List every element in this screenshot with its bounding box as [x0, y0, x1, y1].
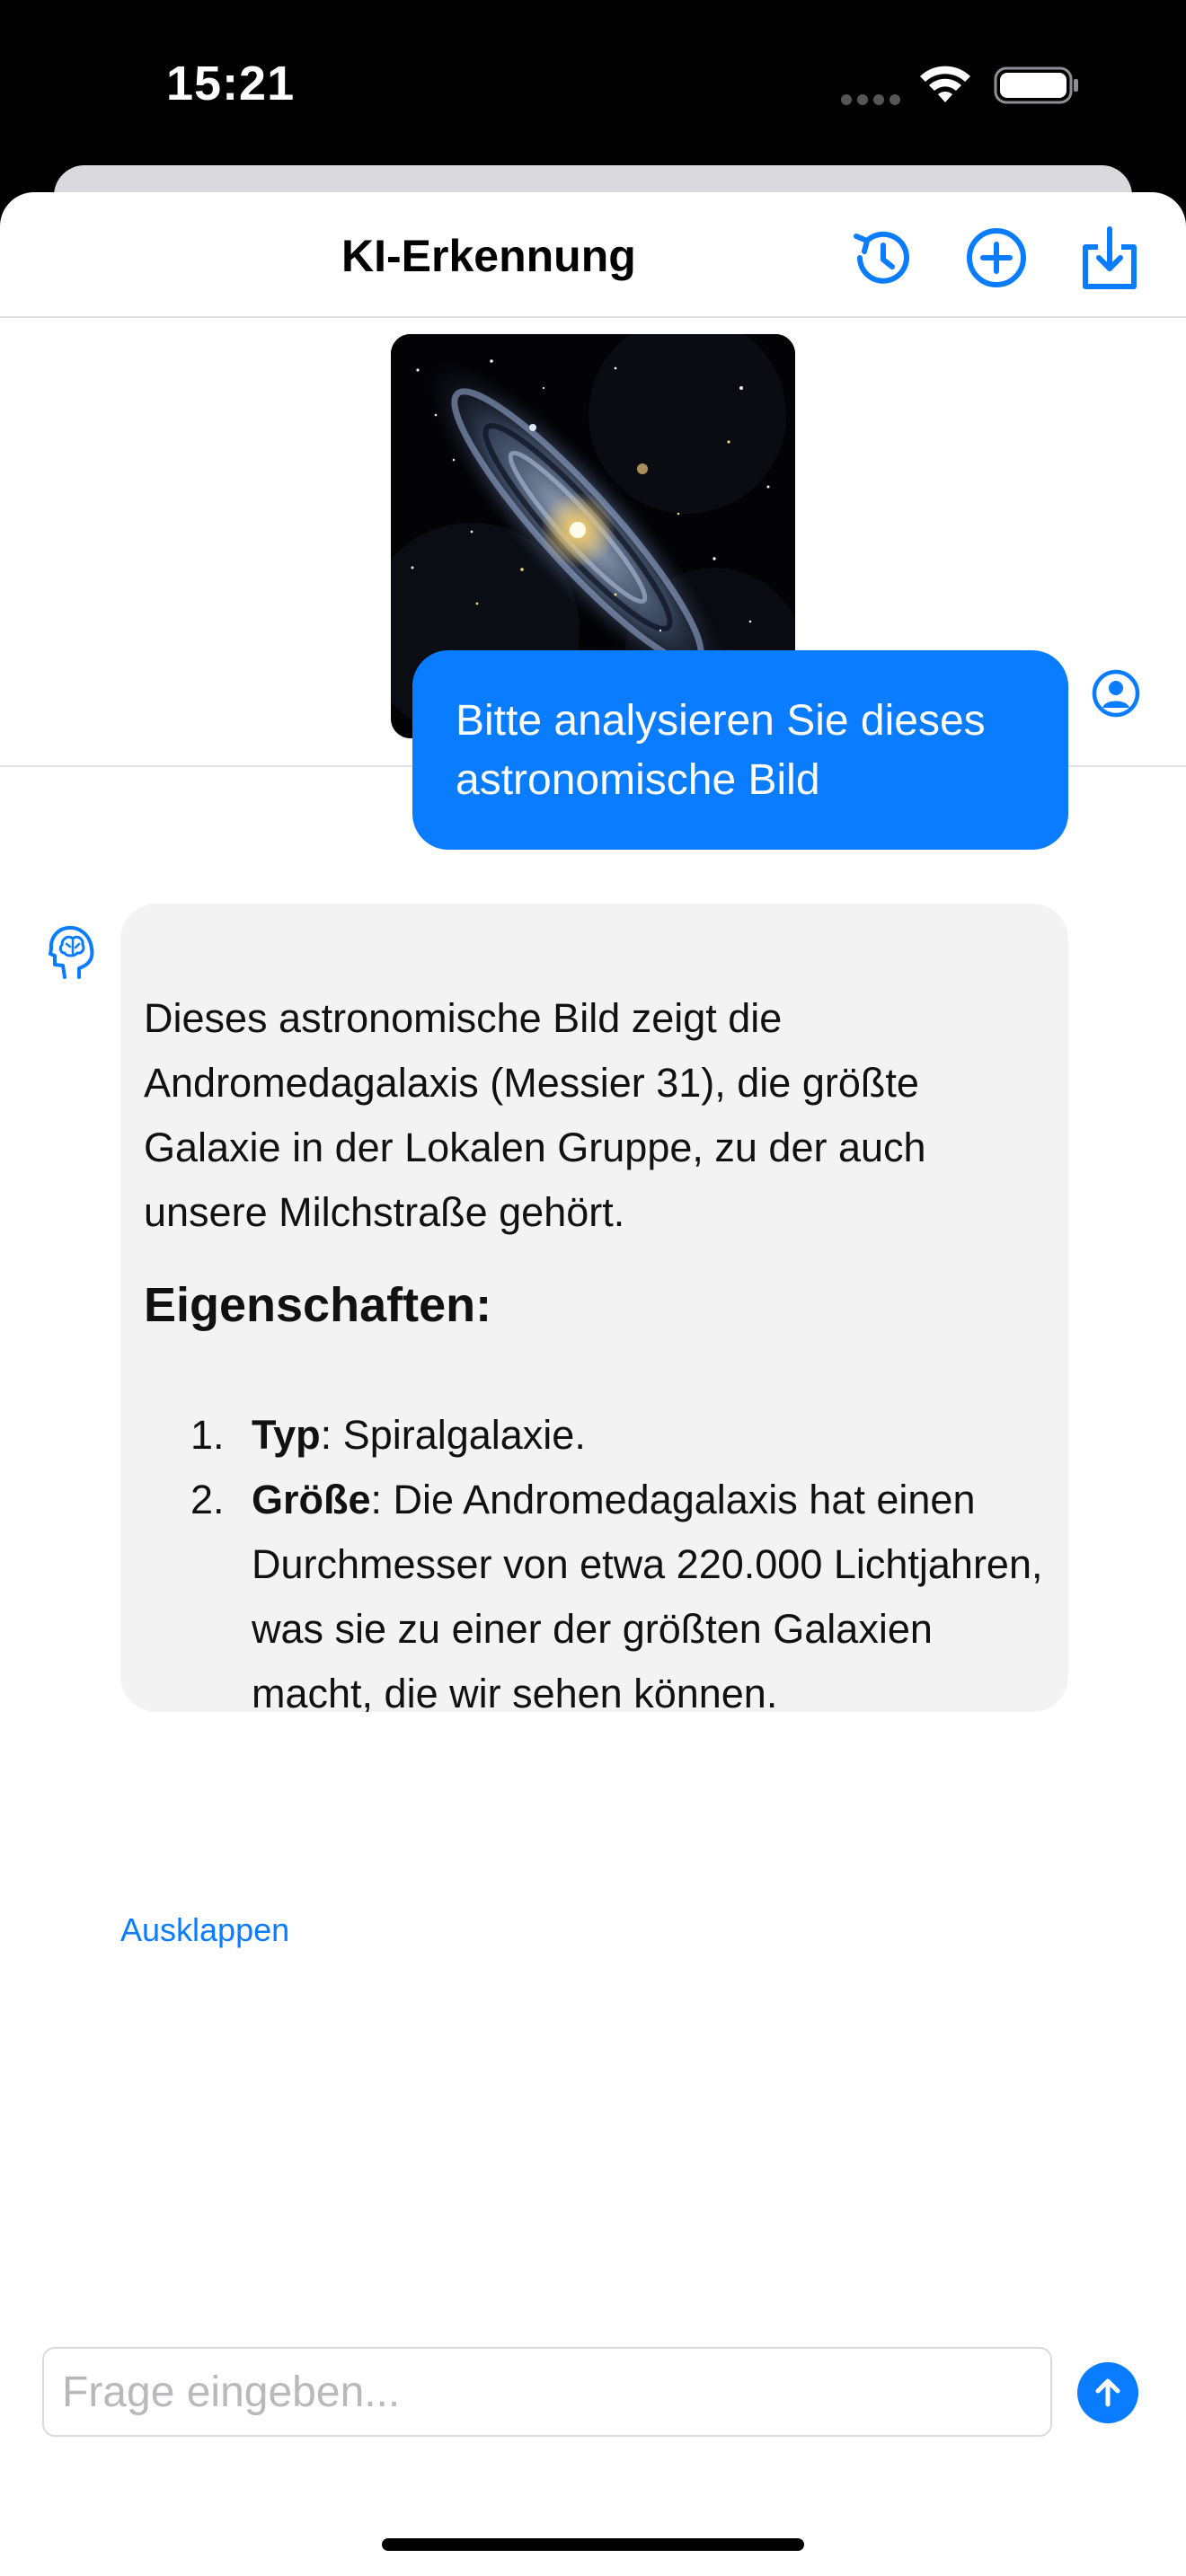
ai-message-list: 1. Typ: Spiralgalaxie. 2. Größe: Die Andro… — [144, 1403, 1051, 1712]
list-item-label: Typ — [252, 1412, 321, 1458]
user-avatar-icon — [1092, 669, 1140, 718]
wifi-icon — [920, 66, 970, 102]
new-chat-button[interactable] — [961, 223, 1031, 293]
app-screen: 15:21 KI-Erkennung Bitte analysieren Sie… — [0, 0, 1186, 2576]
question-input[interactable] — [42, 2347, 1052, 2437]
user-message-bubble: Bitte analysieren Sie dieses astronomisc… — [412, 650, 1068, 850]
download-tray-icon — [1083, 226, 1137, 289]
history-button[interactable] — [846, 223, 916, 293]
ai-message-heading: Eigenschaften: — [144, 1278, 492, 1332]
list-item-number: 1. — [190, 1412, 225, 1458]
list-item: 2. Größe: Die Andromedagalaxis hat einen … — [144, 1468, 1051, 1712]
add-circle-icon — [967, 228, 1026, 287]
expand-message-link[interactable]: Ausklappen — [120, 1911, 289, 1949]
list-item: 1. Typ: Spiralgalaxie. — [144, 1403, 1051, 1468]
ai-message-bubble: Dieses astronomische Bild zeigt die Andr… — [120, 904, 1068, 1712]
navigation-bar: KI-Erkennung — [0, 192, 1186, 318]
ai-message-intro: Dieses astronomische Bild zeigt die Andr… — [144, 995, 926, 1235]
list-item-number: 2. — [190, 1477, 225, 1522]
page-title: KI-Erkennung — [341, 231, 636, 281]
list-item-text: : Die Andromedagalaxis hat einen Durchme… — [252, 1477, 1043, 1712]
status-time: 15:21 — [166, 57, 296, 110]
save-button[interactable] — [1075, 223, 1145, 293]
home-indicator — [382, 2538, 804, 2551]
arrow-up-icon — [1095, 2378, 1120, 2407]
history-icon — [854, 231, 909, 284]
list-item-label: Größe — [252, 1477, 371, 1522]
ai-brain-head-icon — [49, 925, 94, 979]
send-button[interactable] — [1077, 2362, 1138, 2423]
main-sheet: KI-Erkennung Bitte analysieren Sie diese… — [0, 192, 1186, 2576]
cellular-signal-icon — [841, 94, 900, 105]
battery-icon — [994, 66, 1078, 104]
status-bar: 15:21 — [0, 0, 1186, 162]
list-item-text: : Spiralgalaxie. — [320, 1412, 586, 1458]
